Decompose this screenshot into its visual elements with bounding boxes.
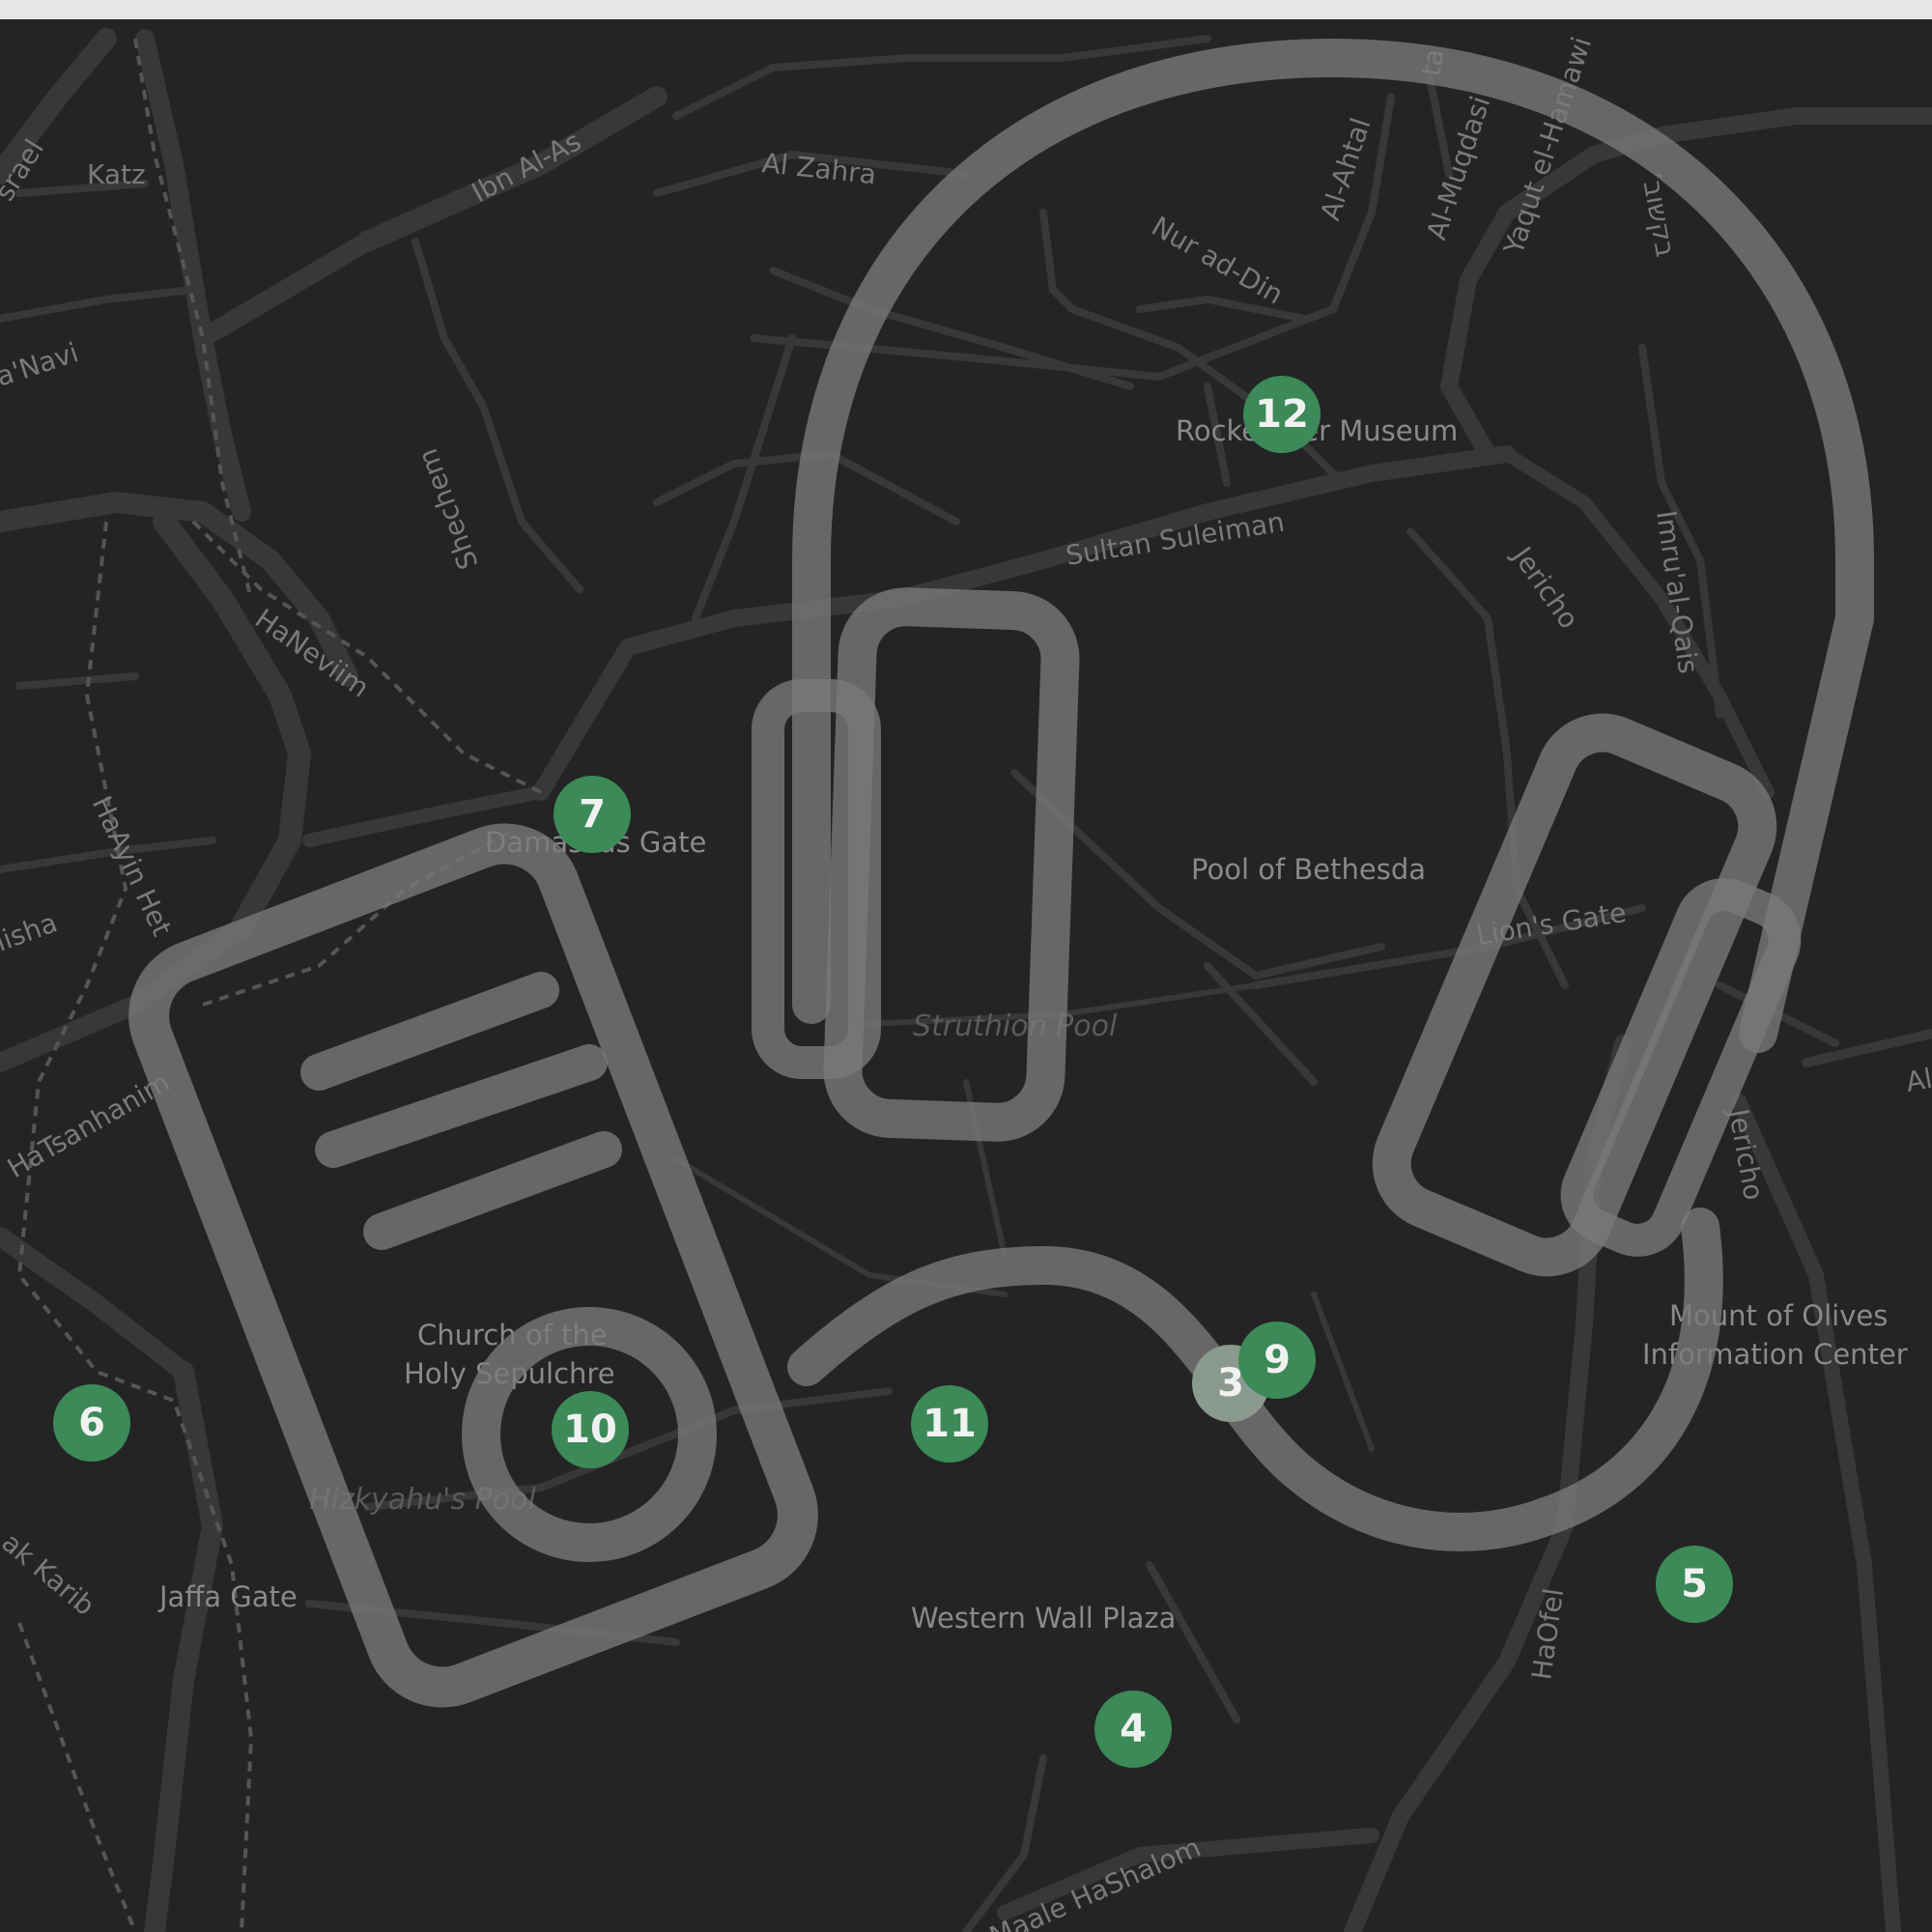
map-marker-11[interactable]: 11 <box>911 1385 988 1463</box>
street-label: Al <box>1903 1063 1932 1098</box>
place-label-western-wall: Western Wall Plaza <box>911 1602 1176 1634</box>
map-app: srael Katz Ibn Al-As Al Zahra Nur ad-Din… <box>0 0 1932 1932</box>
svg-text:10: 10 <box>563 1407 617 1452</box>
place-label-pool-of-bethesda: Pool of Bethesda <box>1191 853 1426 886</box>
road-network <box>0 28 1932 1932</box>
street-label: ak Karib <box>0 1526 100 1622</box>
city-walls <box>16 38 542 1932</box>
street-label: Shechem <box>412 444 485 574</box>
map-marker-6[interactable]: 6 <box>53 1384 130 1462</box>
svg-text:7: 7 <box>579 792 606 837</box>
headphones-audio-guide-icon <box>128 39 1874 1708</box>
svg-text:11: 11 <box>923 1402 977 1446</box>
street-label: Ibn Al-As <box>467 125 586 209</box>
street-label: HaAyin Het <box>86 791 179 941</box>
svg-text:5: 5 <box>1681 1562 1708 1606</box>
map-canvas[interactable]: srael Katz Ibn Al-As Al Zahra Nur ad-Din… <box>0 19 1932 1932</box>
street-label: Al Zahra <box>760 147 877 190</box>
street-label: lisha <box>0 906 62 957</box>
svg-text:4: 4 <box>1120 1707 1147 1751</box>
street-label: a'Navi <box>0 336 82 392</box>
svg-text:12: 12 <box>1255 392 1309 437</box>
map-marker-5[interactable]: 5 <box>1656 1546 1733 1623</box>
svg-text:9: 9 <box>1264 1338 1291 1382</box>
map-marker-10[interactable]: 10 <box>552 1391 629 1468</box>
map-marker-7[interactable]: 7 <box>554 776 631 853</box>
svg-text:6: 6 <box>78 1401 105 1445</box>
top-bar <box>0 0 1932 19</box>
street-label: Jericho <box>1722 1105 1770 1203</box>
street-label: Al-Ahtal <box>1314 114 1377 224</box>
street-labels: srael Katz Ibn Al-As Al Zahra Nur ad-Din… <box>0 33 1932 1932</box>
street-label: Katz <box>87 158 146 190</box>
street-label: Jericho <box>1505 539 1585 634</box>
map-marker-9[interactable]: 9 <box>1238 1321 1316 1399</box>
map-marker-12[interactable]: 12 <box>1243 376 1321 453</box>
street-label: Maale HaShalom <box>984 1831 1206 1932</box>
place-label-jaffa-gate: Jaffa Gate <box>157 1580 298 1613</box>
street-label: Al-Muqdasi <box>1420 92 1496 243</box>
street-label: Nur ad-Din <box>1147 210 1289 310</box>
water-label-struthion: Struthion Pool <box>913 1009 1118 1043</box>
map-svg[interactable]: srael Katz Ibn Al-As Al Zahra Nur ad-Din… <box>0 19 1932 1932</box>
map-marker-4[interactable]: 4 <box>1094 1690 1172 1768</box>
